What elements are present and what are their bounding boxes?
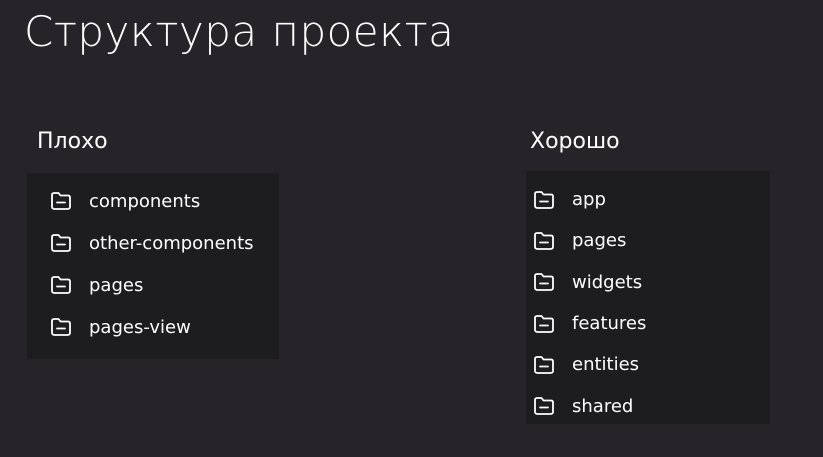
bad-heading: Плохо (37, 129, 108, 154)
bad-folder-panel: components other-components pages pages-… (27, 173, 279, 359)
folder-icon (50, 317, 72, 337)
folder-label: other-components (89, 232, 254, 254)
folder-item-shared: shared (533, 385, 770, 426)
folder-icon (533, 231, 555, 251)
folder-label: shared (572, 395, 634, 417)
folder-item-other-components: other-components (50, 222, 279, 264)
folder-icon (50, 233, 72, 253)
folder-icon (533, 314, 555, 334)
folder-label: pages (89, 274, 144, 296)
good-folder-list: app pages widgets features entities shar… (533, 179, 770, 427)
folder-label: widgets (572, 271, 643, 293)
folder-label: components (89, 190, 201, 212)
folder-item-components: components (50, 180, 279, 222)
folder-icon (533, 355, 555, 375)
folder-icon (533, 190, 555, 210)
page-title: Структура проекта (24, 7, 455, 56)
folder-label: pages-view (89, 316, 191, 338)
folder-label: app (572, 189, 606, 211)
good-heading: Хорошо (530, 129, 620, 154)
folder-item-widgets: widgets (533, 262, 770, 303)
folder-item-pages-view: pages-view (50, 306, 279, 348)
bad-folder-list: components other-components pages pages-… (50, 180, 279, 348)
folder-label: entities (572, 354, 640, 376)
folder-label: pages (572, 230, 627, 252)
folder-item-pages: pages (533, 220, 770, 261)
folder-icon (533, 396, 555, 416)
folder-icon (533, 272, 555, 292)
folder-item-pages: pages (50, 264, 279, 306)
folder-icon (50, 275, 72, 295)
folder-item-app: app (533, 179, 770, 220)
good-folder-panel: app pages widgets features entities shar… (526, 171, 770, 424)
folder-item-entities: entities (533, 344, 770, 385)
folder-item-features: features (533, 303, 770, 344)
folder-icon (50, 191, 72, 211)
folder-label: features (572, 313, 647, 335)
